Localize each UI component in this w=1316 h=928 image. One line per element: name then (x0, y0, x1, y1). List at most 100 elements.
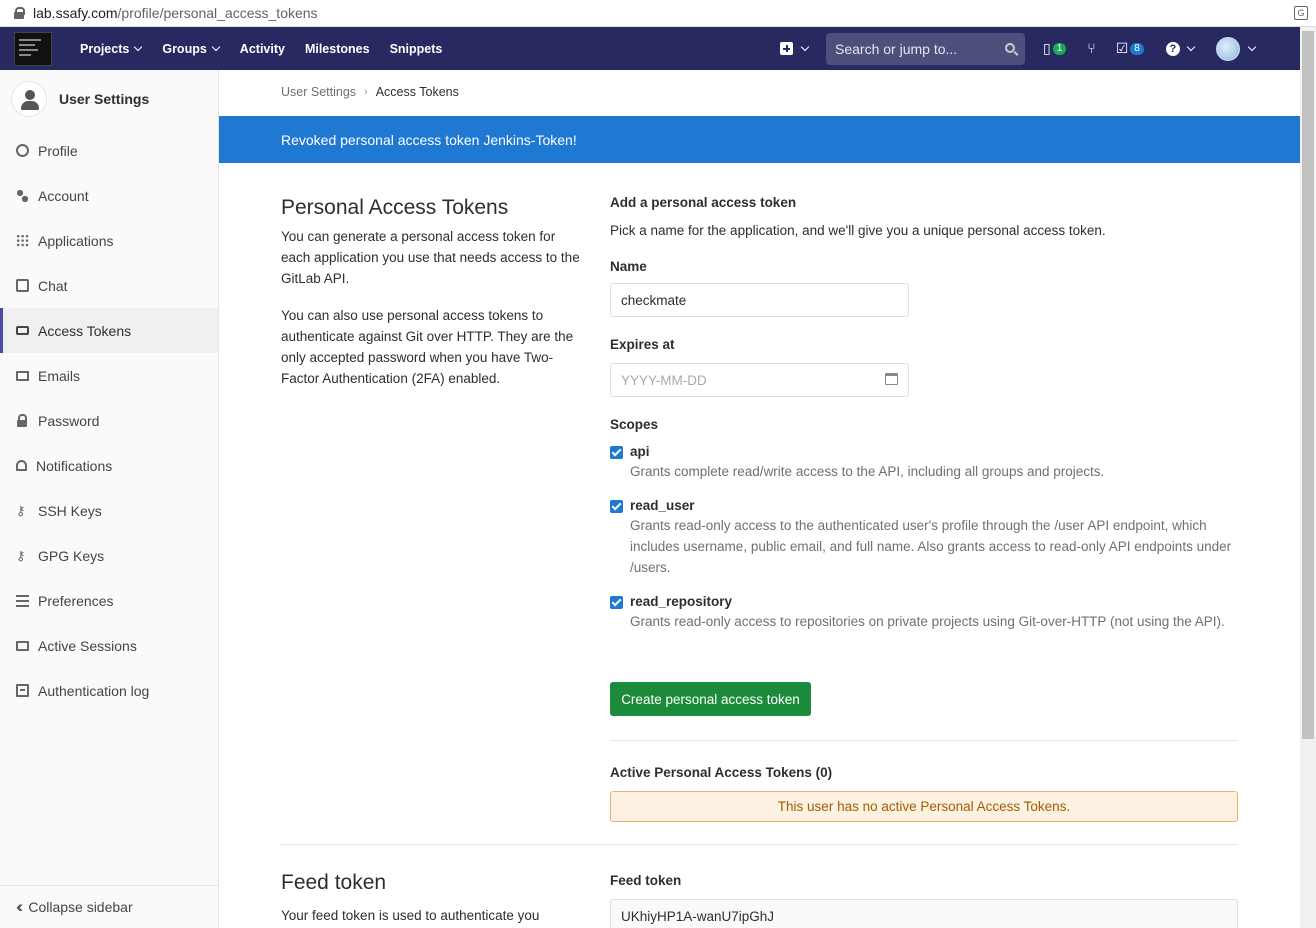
user-menu-dropdown[interactable] (1215, 36, 1257, 61)
key-icon: ⚷ (16, 503, 26, 518)
sidebar-item-label: Notifications (36, 457, 113, 474)
sidebar-title: User Settings (59, 91, 150, 107)
issues-count-badge: 1 (1052, 42, 1067, 55)
nav-milestones-label: Milestones (304, 41, 370, 56)
lock-icon (14, 7, 25, 19)
scope-name: read_user (630, 498, 695, 513)
todo-check-icon: ☑ (1115, 40, 1129, 56)
form-title: Add a personal access token (610, 195, 797, 210)
merge-request-icon: ⑂ (1087, 39, 1096, 56)
sidebar-item-active-sessions[interactable]: Active Sessions (0, 623, 218, 668)
scope-description: Grants read-only access to the authentic… (630, 518, 1232, 575)
scopes-label: Scopes (610, 417, 659, 432)
top-navbar: Projects Groups Activity Milestones Snip… (0, 27, 1300, 70)
scope-api-checkbox[interactable] (610, 446, 623, 459)
scope-read-repository-checkbox[interactable] (610, 596, 623, 609)
sidebar-item-authentication-log[interactable]: Authentication log (0, 668, 218, 713)
token-name-input[interactable] (610, 283, 909, 317)
url-text[interactable]: lab.ssafy.com/profile/personal_access_to… (33, 5, 318, 21)
feed-token-title: Feed token (281, 871, 387, 894)
expires-at-input[interactable] (610, 363, 909, 397)
nav-activity[interactable]: Activity (240, 27, 285, 70)
merge-requests-button[interactable]: ⑂ (1087, 40, 1095, 58)
log-icon (16, 684, 29, 697)
browser-url-bar[interactable]: lab.ssafy.com/profile/personal_access_to… (0, 0, 1316, 27)
scope-description: Grants complete read/write access to the… (630, 464, 1105, 479)
sidebar-item-ssh-keys[interactable]: ⚷ SSH Keys (0, 488, 218, 533)
chevron-down-icon (1247, 42, 1257, 51)
create-token-button[interactable]: Create personal access token (610, 682, 811, 716)
scope-api: api Grants complete read/write access to… (610, 444, 1238, 482)
scrollbar-thumb[interactable] (1302, 31, 1314, 739)
sidebar-item-preferences[interactable]: Preferences (0, 578, 218, 623)
flash-message: Revoked personal access token Jenkins-To… (281, 131, 577, 148)
account-icon (16, 189, 29, 202)
feed-token-description: Your feed token is used to authenticate … (281, 908, 540, 923)
active-tokens-title: Active Personal Access Tokens (0) (610, 765, 833, 780)
chevron-down-icon (800, 42, 810, 51)
double-chevron-left-icon: ‹‹ (16, 897, 24, 916)
nav-projects-label: Projects (80, 41, 130, 56)
scope-read-user-checkbox[interactable] (610, 500, 623, 513)
sidebar-item-chat[interactable]: Chat (0, 263, 218, 308)
scope-read-user: read_user Grants read-only access to the… (610, 498, 1238, 578)
sidebar-item-emails[interactable]: Emails (0, 353, 218, 398)
translate-icon[interactable]: G (1294, 6, 1308, 20)
sidebar-item-label: Profile (38, 142, 78, 159)
sidebar-item-label: Active Sessions (38, 637, 137, 654)
chevron-down-icon (134, 42, 143, 51)
url-path: /profile/personal_access_tokens (117, 5, 318, 21)
sidebar-item-account[interactable]: Account (0, 173, 218, 218)
sidebar-item-profile[interactable]: Profile (0, 128, 218, 173)
breadcrumb-parent-link[interactable]: User Settings (281, 85, 356, 99)
sidebar-item-label: SSH Keys (38, 502, 102, 519)
plus-icon (780, 42, 793, 55)
divider (610, 740, 1238, 741)
sidebar-item-notifications[interactable]: Notifications (0, 443, 218, 488)
nav-projects[interactable]: Projects (80, 27, 143, 70)
nav-milestones[interactable]: Milestones (305, 27, 370, 70)
help-dropdown[interactable]: ? (1165, 41, 1196, 56)
sidebar-item-label: Chat (38, 277, 68, 294)
pat-title: Personal Access Tokens (281, 196, 509, 219)
token-icon (16, 326, 29, 335)
site-logo[interactable] (14, 31, 52, 66)
nav-activity-label: Activity (239, 41, 285, 56)
chevron-down-icon (1186, 42, 1196, 51)
nav-snippets-label: Snippets (389, 41, 443, 56)
sidebar-item-label: GPG Keys (38, 547, 105, 564)
page-scrollbar[interactable] (1300, 27, 1316, 928)
collapse-sidebar-button[interactable]: ‹‹ Collapse sidebar (0, 885, 218, 928)
new-dropdown[interactable] (780, 42, 810, 55)
expires-label: Expires at (610, 337, 675, 352)
collapse-sidebar-label: Collapse sidebar (28, 899, 133, 915)
todos-button[interactable]: ☑ 8 (1116, 40, 1144, 57)
scope-description: Grants read-only access to repositories … (630, 614, 1225, 629)
sidebar-item-password[interactable]: Password (0, 398, 218, 443)
nav-snippets[interactable]: Snippets (390, 27, 443, 70)
mail-icon (16, 370, 29, 381)
url-host: lab.ssafy.com (33, 5, 118, 21)
issues-button[interactable]: ▯ 1 (1043, 40, 1067, 57)
search-box[interactable]: Search or jump to... (826, 32, 1025, 65)
sidebar-item-applications[interactable]: Applications (0, 218, 218, 263)
sidebar-item-label: Authentication log (38, 682, 150, 699)
divider (281, 844, 1238, 845)
sidebar-item-gpg-keys[interactable]: ⚷ GPG Keys (0, 533, 218, 578)
chevron-down-icon (211, 42, 221, 51)
settings-sidebar: User Settings Profile Account Applicatio… (0, 70, 219, 928)
nav-groups[interactable]: Groups (162, 27, 221, 70)
sidebar-item-label: Applications (38, 232, 114, 249)
sidebar-item-access-tokens[interactable]: Access Tokens (0, 308, 218, 353)
feed-token-input[interactable] (610, 899, 1238, 928)
sidebar-item-label: Emails (38, 367, 81, 384)
applications-icon (16, 234, 29, 247)
calendar-icon[interactable] (885, 373, 898, 385)
profile-icon (16, 144, 29, 157)
bell-icon (16, 460, 27, 471)
name-label: Name (610, 259, 647, 274)
breadcrumb: User Settings › Access Tokens (281, 85, 459, 99)
sidebar-header[interactable]: User Settings (0, 70, 218, 128)
main-content: User Settings › Access Tokens Revoked pe… (219, 70, 1300, 928)
search-icon[interactable] (1005, 42, 1015, 53)
